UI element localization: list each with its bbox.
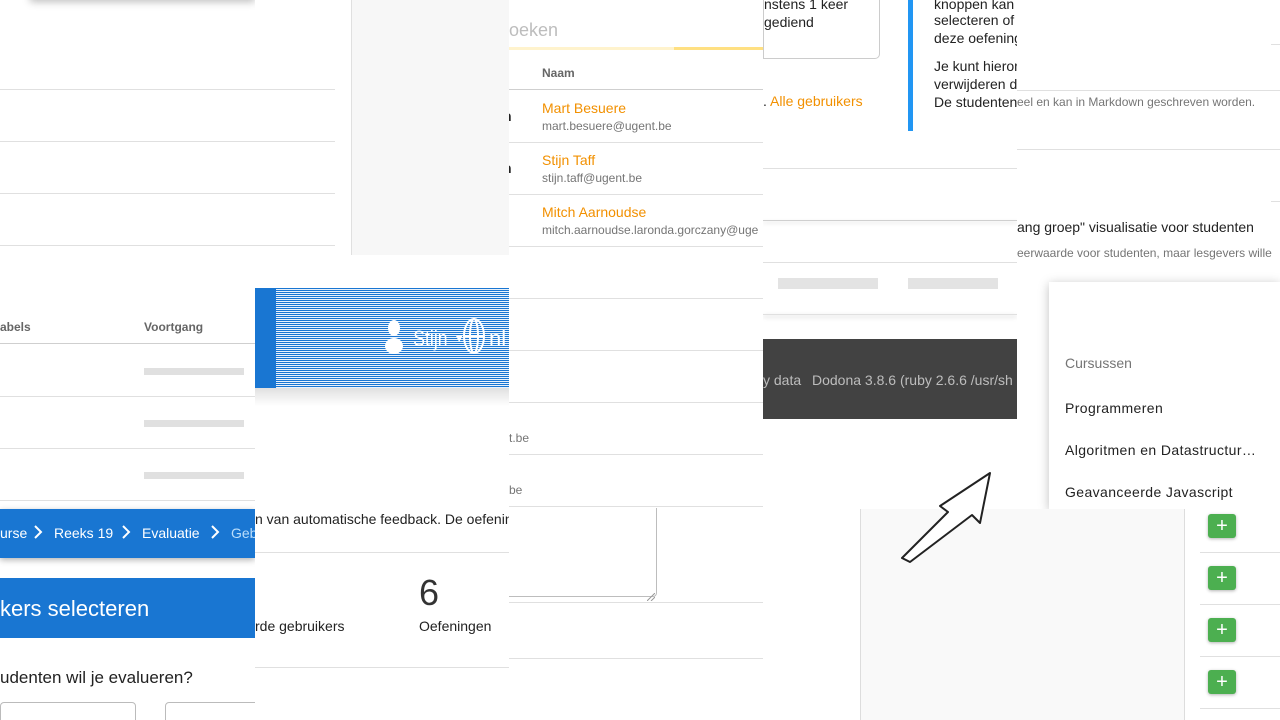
page-title-bar: kers selecteren [0,578,255,638]
language-label: nl [489,326,507,351]
breadcrumb-item-course[interactable]: urse [0,525,27,541]
divider [0,89,255,90]
user-email: mart.besuere@ugent.be [542,119,672,133]
breadcrumb-item-current: Geb [231,525,255,541]
resize-handle-icon[interactable] [646,588,656,606]
info-column: knoppen kan selecteren of deze oefening … [908,0,1017,135]
description-textarea[interactable] [509,508,657,597]
users-table-panel: oeken Naam n Mart Besuere mart.besuere@u… [509,0,763,720]
courses-dropdown: Cursussen Programmeren Algoritmen en Dat… [1049,282,1280,509]
footer: y data Dodona 3.8.6 (ruby 2.6.6 /usr/sh [763,339,1017,419]
progress-option: ang groep" visualisatie voor studenten [1017,219,1254,235]
exercises-stat-label: Oefeningen [419,618,492,634]
language-menu[interactable]: nl [463,318,506,360]
exercises-count: 6 [419,572,440,613]
breadcrumb-item-evaluation[interactable]: Evaluatie [142,525,200,541]
evaluation-page-panel: abels Voortgang urse Reeks 19 Evaluatie … [0,0,255,720]
search-input[interactable]: oeken [509,20,558,41]
add-button[interactable]: + [1208,670,1236,694]
page-title: kers selecteren [0,596,150,621]
user-icon [385,318,403,360]
select-button[interactable] [165,702,255,720]
add-button[interactable]: + [1208,618,1236,642]
progress-bar [144,472,244,479]
course-item[interactable]: Programmeren [1065,400,1163,416]
courses-header: Cursussen [1065,355,1132,371]
add-button[interactable]: + [1208,566,1236,590]
user-menu[interactable]: Stijn ▼ [385,318,465,360]
select-button[interactable] [0,702,136,720]
user-link[interactable]: Mart Besuere [542,100,626,116]
feedback-text: n van automatische feedback. De oefening [255,511,509,527]
table-header-name: Naam [542,66,575,80]
user-link[interactable]: Stijn Taff [542,152,595,168]
user-name: Stijn [413,326,448,351]
users-stat-label: rde gebruikers [255,618,345,634]
arrow-icon [900,470,996,571]
all-users-link-row: . Alle gebruikers [763,93,863,109]
table-header-labels: abels [0,320,31,334]
user-email: t.be [509,431,530,445]
all-users-link[interactable]: Alle gebruikers [770,93,863,109]
description-panel: eel en kan in Markdown geschreven worden… [1017,0,1280,280]
user-email: stijn.taff@ugent.be [542,171,643,185]
breadcrumb: urse Reeks 19 Evaluatie Geb [0,509,255,558]
data-link[interactable]: y data [763,372,801,388]
chevron-right-icon [32,523,44,544]
breadcrumb-item-series[interactable]: Reeks 19 [54,525,113,541]
user-email: be [509,483,523,497]
user-email: mitch.aarnoudse.laronda.gorczany@uge [542,223,759,237]
add-button[interactable]: + [1208,514,1236,538]
placeholder-bar [778,278,878,289]
info-card: nstens 1 keer gediend [763,0,880,59]
chevron-right-icon [120,523,132,544]
markdown-note: eel en kan in Markdown geschreven worden… [1017,95,1256,109]
middle-panel: Stijn ▼ nl n van automatische feedback. … [255,0,509,720]
course-item[interactable]: Algoritmen en Datastructur… [1065,442,1256,458]
globe-icon [463,318,485,360]
version-text: Dodona 3.8.6 (ruby 2.6.6 /usr/sh [812,372,1013,388]
gray-region [351,0,509,255]
chevron-right-icon [209,523,221,544]
progress-bar [144,420,244,427]
progress-bar [144,368,244,375]
course-item[interactable]: Geavanceerde Javascript [1065,484,1233,500]
info-accent [908,0,913,131]
user-link[interactable]: Mitch Aarnoudse [542,204,646,220]
progress-note: eerwaarde voor studenten, maar lesgevers… [1017,246,1272,260]
table-header-progress: Voortgang [144,320,204,334]
placeholder-bar [908,278,998,289]
evaluate-question: udenten wil je evalueren? [0,668,193,687]
